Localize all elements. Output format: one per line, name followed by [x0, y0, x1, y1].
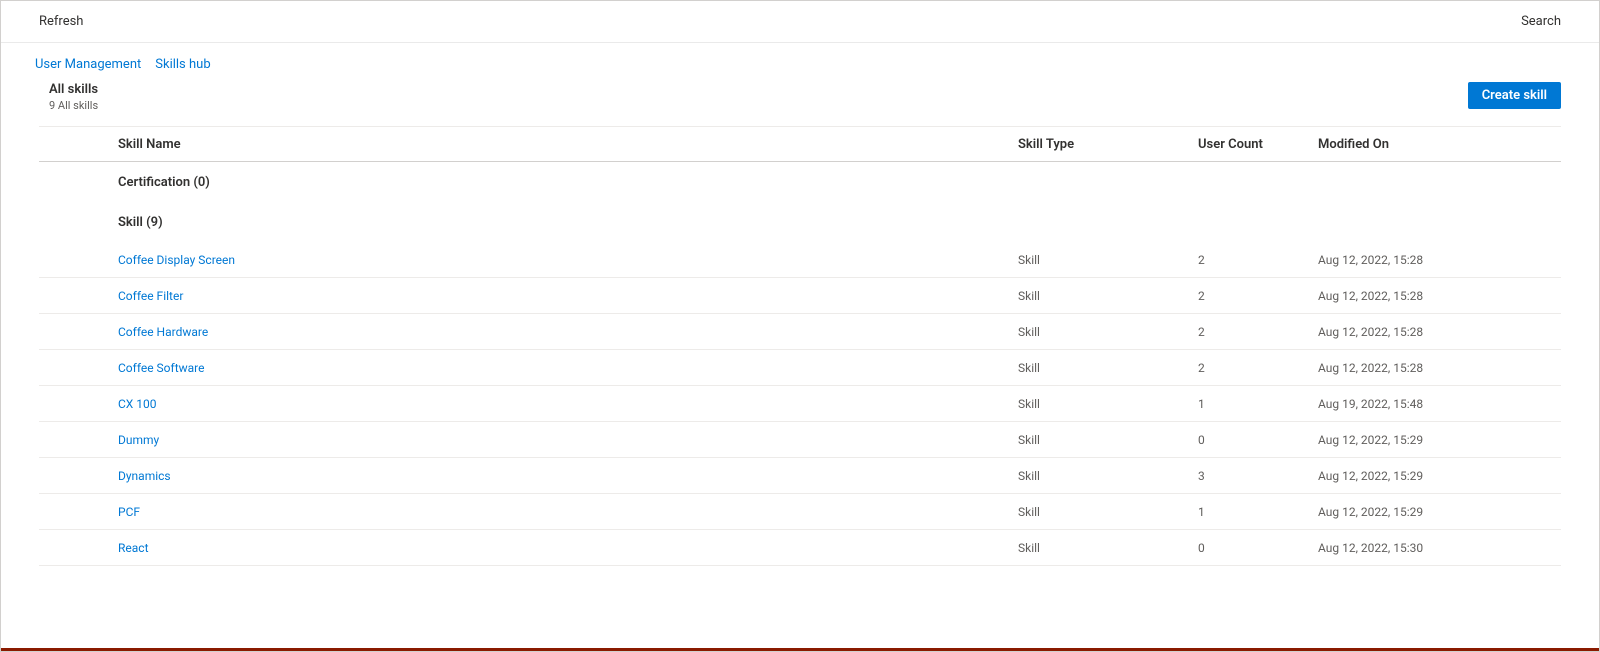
skill-link[interactable]: Coffee Filter [118, 289, 183, 303]
cell-skill-name: Dynamics [114, 461, 1014, 491]
cell-skill-type: Skill [1014, 281, 1194, 311]
cell-user-count: 3 [1194, 461, 1314, 491]
skill-link[interactable]: Dummy [118, 433, 159, 447]
table-row[interactable]: Coffee Software Skill 2 Aug 12, 2022, 15… [39, 350, 1561, 386]
page-title: All skills [49, 82, 98, 97]
cell-modified-on: Aug 12, 2022, 15:29 [1314, 461, 1561, 491]
cell-skill-type: Skill [1014, 533, 1194, 563]
cell-modified-on: Aug 12, 2022, 15:28 [1314, 353, 1561, 383]
skill-link[interactable]: React [118, 541, 149, 555]
cell-user-count: 0 [1194, 425, 1314, 455]
table-row[interactable]: PCF Skill 1 Aug 12, 2022, 15:29 [39, 494, 1561, 530]
column-select [39, 136, 114, 152]
row-selector[interactable] [39, 396, 114, 412]
table-row[interactable]: Coffee Display Screen Skill 2 Aug 12, 20… [39, 242, 1561, 278]
cell-skill-name: CX 100 [114, 389, 1014, 419]
cell-skill-name: Coffee Software [114, 353, 1014, 383]
skill-link[interactable]: Dynamics [118, 469, 171, 483]
table-row[interactable]: Coffee Hardware Skill 2 Aug 12, 2022, 15… [39, 314, 1561, 350]
skills-grid: Skill Name Skill Type User Count Modifie… [39, 126, 1561, 566]
table-row[interactable]: Dummy Skill 0 Aug 12, 2022, 15:29 [39, 422, 1561, 458]
cell-user-count: 1 [1194, 389, 1314, 419]
row-selector[interactable] [39, 432, 114, 448]
column-skill-name[interactable]: Skill Name [114, 129, 1014, 160]
group-certification[interactable]: Certification (0) [39, 162, 1561, 202]
skill-link[interactable]: PCF [118, 505, 140, 519]
refresh-button[interactable]: Refresh [39, 14, 83, 29]
page-subtitle: 9 All skills [49, 99, 98, 112]
group-skill[interactable]: Skill (9) [39, 202, 1561, 242]
table-row[interactable]: CX 100 Skill 1 Aug 19, 2022, 15:48 [39, 386, 1561, 422]
cell-modified-on: Aug 12, 2022, 15:28 [1314, 317, 1561, 347]
cell-skill-type: Skill [1014, 353, 1194, 383]
cell-user-count: 2 [1194, 317, 1314, 347]
breadcrumb-user-management[interactable]: User Management [35, 57, 141, 72]
cell-skill-name: Coffee Display Screen [114, 245, 1014, 275]
cell-skill-type: Skill [1014, 461, 1194, 491]
cell-modified-on: Aug 12, 2022, 15:30 [1314, 533, 1561, 563]
cell-skill-type: Skill [1014, 245, 1194, 275]
skill-link[interactable]: CX 100 [118, 397, 157, 411]
page-content: User Management Skills hub All skills 9 … [1, 43, 1599, 566]
skill-link[interactable]: Coffee Display Screen [118, 253, 235, 267]
cell-modified-on: Aug 12, 2022, 15:29 [1314, 497, 1561, 527]
cell-skill-type: Skill [1014, 425, 1194, 455]
cell-skill-name: Coffee Filter [114, 281, 1014, 311]
cell-modified-on: Aug 19, 2022, 15:48 [1314, 389, 1561, 419]
row-selector[interactable] [39, 252, 114, 268]
cell-user-count: 1 [1194, 497, 1314, 527]
cell-user-count: 2 [1194, 353, 1314, 383]
cell-user-count: 0 [1194, 533, 1314, 563]
group-label: Certification (0) [114, 167, 1014, 198]
row-selector[interactable] [39, 324, 114, 340]
row-selector[interactable] [39, 468, 114, 484]
breadcrumb: User Management Skills hub [35, 57, 1561, 72]
bottom-border [1, 648, 1599, 651]
row-selector[interactable] [39, 540, 114, 556]
command-bar: Refresh Search [1, 1, 1599, 43]
row-selector[interactable] [39, 288, 114, 304]
cell-modified-on: Aug 12, 2022, 15:28 [1314, 245, 1561, 275]
cell-user-count: 2 [1194, 245, 1314, 275]
title-block: All skills 9 All skills [49, 82, 98, 112]
cell-skill-type: Skill [1014, 317, 1194, 347]
create-skill-button[interactable]: Create skill [1468, 82, 1561, 109]
cell-skill-name: PCF [114, 497, 1014, 527]
cell-skill-type: Skill [1014, 497, 1194, 527]
cell-skill-name: React [114, 533, 1014, 563]
cell-modified-on: Aug 12, 2022, 15:28 [1314, 281, 1561, 311]
column-skill-type[interactable]: Skill Type [1014, 129, 1194, 160]
skill-link[interactable]: Coffee Hardware [118, 325, 208, 339]
row-selector[interactable] [39, 360, 114, 376]
breadcrumb-skills-hub[interactable]: Skills hub [155, 57, 210, 72]
cell-skill-name: Coffee Hardware [114, 317, 1014, 347]
cell-skill-name: Dummy [114, 425, 1014, 455]
cell-skill-type: Skill [1014, 389, 1194, 419]
table-row[interactable]: Coffee Filter Skill 2 Aug 12, 2022, 15:2… [39, 278, 1561, 314]
skill-link[interactable]: Coffee Software [118, 361, 205, 375]
table-row[interactable]: Dynamics Skill 3 Aug 12, 2022, 15:29 [39, 458, 1561, 494]
row-selector[interactable] [39, 504, 114, 520]
table-row[interactable]: React Skill 0 Aug 12, 2022, 15:30 [39, 530, 1561, 566]
table-header-row: Skill Name Skill Type User Count Modifie… [39, 126, 1561, 162]
cell-modified-on: Aug 12, 2022, 15:29 [1314, 425, 1561, 455]
cell-user-count: 2 [1194, 281, 1314, 311]
group-label: Skill (9) [114, 207, 1014, 238]
page-header: All skills 9 All skills Create skill [39, 82, 1561, 112]
column-modified-on[interactable]: Modified On [1314, 129, 1561, 160]
column-user-count[interactable]: User Count [1194, 129, 1314, 160]
search-button[interactable]: Search [1521, 14, 1561, 29]
